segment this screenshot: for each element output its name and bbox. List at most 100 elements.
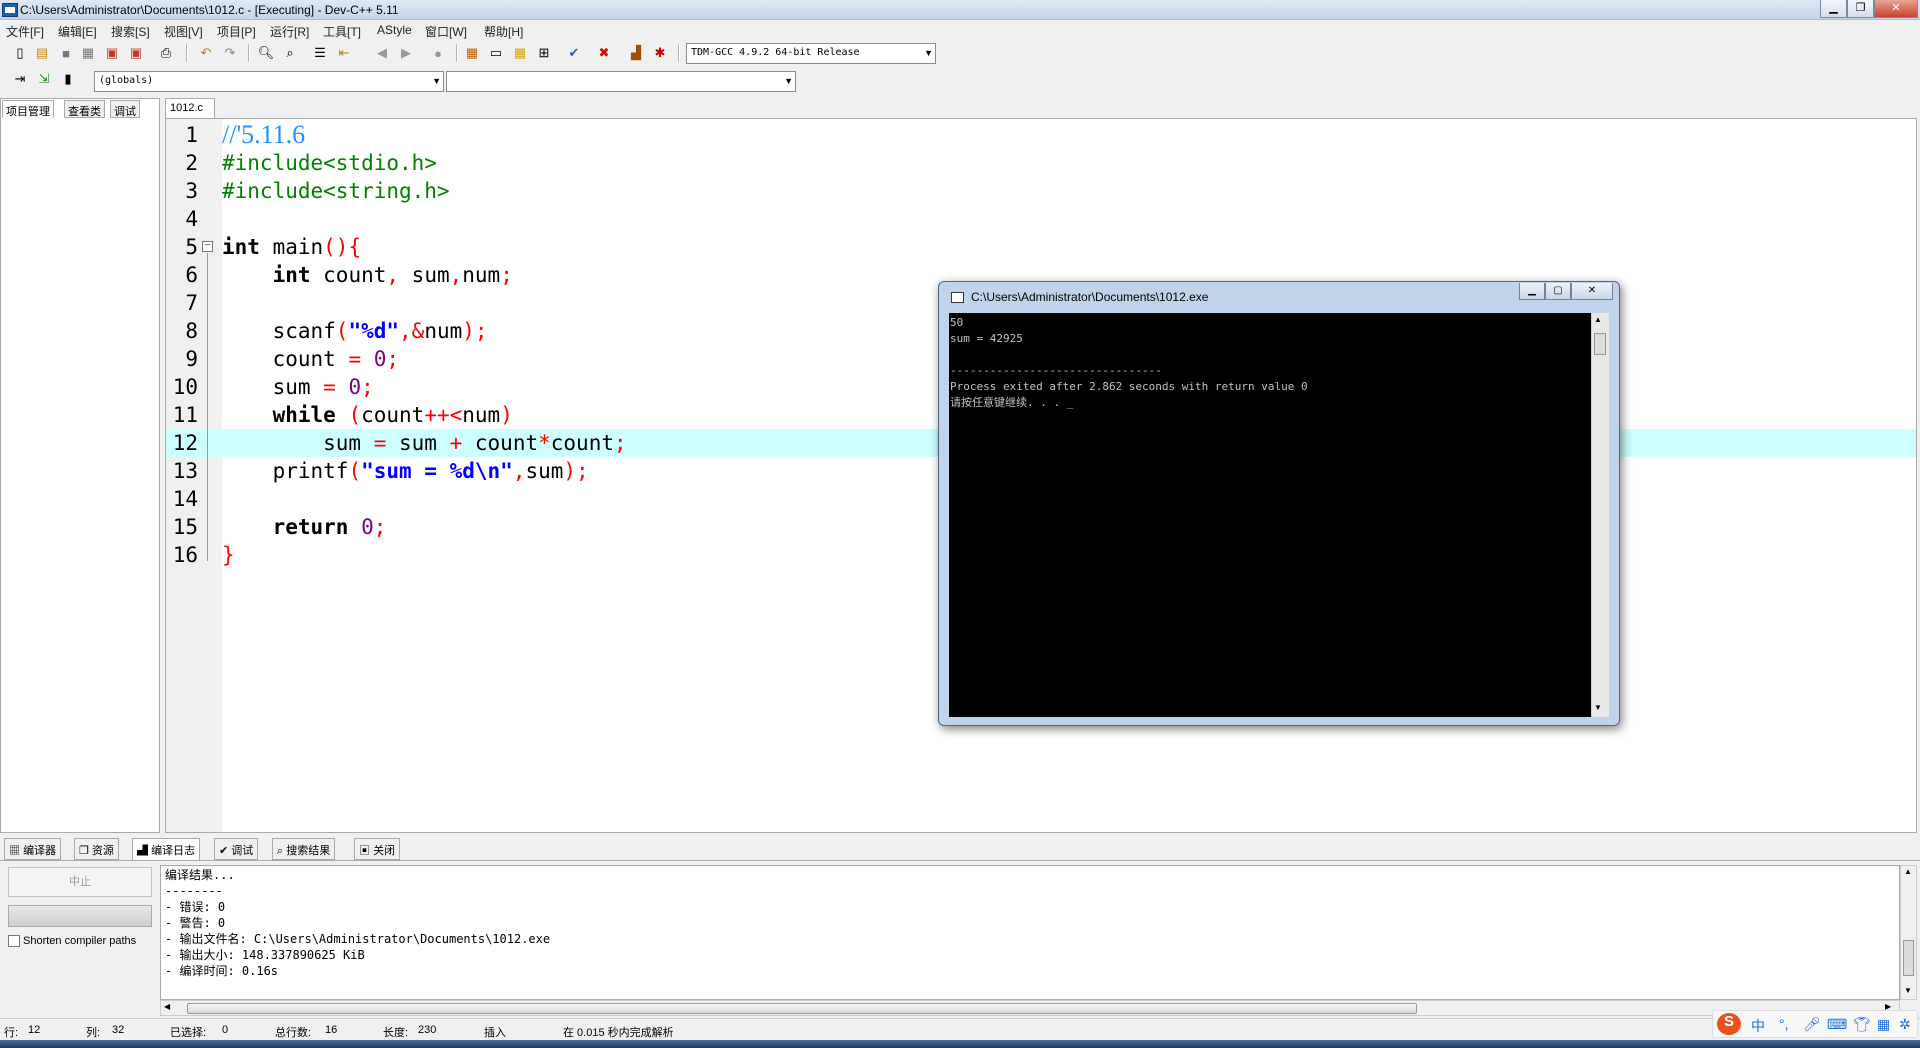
- log-vertical-scrollbar[interactable]: ▲ ▼: [1900, 865, 1917, 1000]
- tab-debug[interactable]: 调试: [110, 100, 140, 118]
- fold-guide: [207, 253, 208, 561]
- indent-icon[interactable]: ☰: [310, 44, 330, 62]
- scroll-down-icon[interactable]: ▼: [1594, 703, 1602, 712]
- ime-language[interactable]: 中: [1751, 1016, 1765, 1036]
- sogou-logo-icon[interactable]: S: [1717, 1013, 1741, 1035]
- syntax-check-icon[interactable]: ✔: [564, 44, 584, 62]
- settings-icon[interactable]: ✲: [1899, 1016, 1911, 1033]
- tab-compile-log[interactable]: ▟ 编译日志: [132, 838, 201, 860]
- abort-button[interactable]: 中止: [8, 867, 152, 897]
- menu-astyle[interactable]: AStyle: [377, 23, 412, 37]
- tab-resources[interactable]: ❐ 资源: [74, 838, 119, 860]
- console-app-icon: [951, 292, 964, 303]
- editor-file-tab[interactable]: 1012.c: [165, 98, 215, 118]
- tab-class-browser[interactable]: 查看类: [64, 100, 105, 118]
- rebuild-icon[interactable]: ⊞: [534, 44, 554, 62]
- shorten-paths-option[interactable]: Shorten compiler paths: [8, 935, 136, 948]
- console-scrollbar[interactable]: ▲ ▼: [1591, 313, 1609, 717]
- profile-chart-icon[interactable]: ▟: [626, 44, 646, 62]
- code-line[interactable]: 2 #include<stdio.h>: [166, 149, 1916, 177]
- run-icon[interactable]: ▭: [486, 44, 506, 62]
- code-token: }: [222, 543, 235, 567]
- menu-run[interactable]: 运行[R]: [270, 23, 309, 40]
- menu-help[interactable]: 帮助[H]: [484, 23, 523, 40]
- replace-icon[interactable]: ⌕: [280, 44, 300, 62]
- keyboard-icon[interactable]: ⌨: [1827, 1016, 1847, 1033]
- scroll-thumb[interactable]: [1594, 333, 1606, 355]
- console-minimize-button[interactable]: ▁: [1519, 283, 1545, 300]
- insert-icon[interactable]: ⇥: [10, 70, 30, 88]
- find-icon[interactable]: 🔍︎: [256, 44, 276, 62]
- goto-bookmark-icon[interactable]: ▮: [58, 70, 78, 88]
- goto-forward-icon[interactable]: ▶: [396, 44, 416, 62]
- console-output[interactable]: 50 sum = 42925 -------------------------…: [949, 313, 1591, 717]
- code-token: num: [424, 319, 463, 343]
- chevron-down-icon: ▼: [432, 76, 441, 86]
- toolbox-icon[interactable]: ▦: [1877, 1016, 1890, 1033]
- stop-execution-icon[interactable]: ✖: [594, 44, 614, 62]
- scope-select-value: (globals): [99, 75, 154, 86]
- fold-toggle-icon[interactable]: −: [202, 241, 213, 252]
- scroll-up-icon[interactable]: ▲: [1594, 315, 1602, 324]
- scroll-thumb[interactable]: [187, 1003, 1417, 1014]
- title-bar: C:\Users\Administrator\Documents\1012.c …: [0, 0, 1920, 20]
- scroll-thumb[interactable]: [1903, 940, 1914, 976]
- code-token: while: [272, 403, 336, 427]
- windows-taskbar[interactable]: [0, 1040, 1920, 1048]
- scroll-down-icon[interactable]: ▼: [1904, 986, 1912, 995]
- bookmark-icon[interactable]: ●: [428, 44, 448, 62]
- tab-compiler[interactable]: ▦ 编译器: [4, 838, 62, 860]
- scroll-up-icon[interactable]: ▲: [1904, 867, 1912, 876]
- microphone-icon[interactable]: 🎤︎: [1803, 1016, 1821, 1033]
- print-icon[interactable]: ⎙: [156, 44, 176, 62]
- code-text: int main(){: [222, 233, 361, 261]
- menu-search[interactable]: 搜索[S]: [111, 23, 150, 40]
- tab-close[interactable]: ▣ 关闭: [354, 838, 401, 860]
- console-close-button[interactable]: ✕: [1571, 283, 1613, 300]
- code-line[interactable]: 5 int main(){: [166, 233, 1916, 261]
- code-token: main: [259, 235, 324, 259]
- menu-window[interactable]: 窗口[W]: [425, 23, 467, 40]
- minimize-button[interactable]: ▁: [1820, 0, 1847, 18]
- menu-view[interactable]: 视图[V]: [164, 23, 203, 40]
- close-file-icon[interactable]: ▣: [102, 44, 122, 62]
- console-maximize-button[interactable]: ▢: [1545, 283, 1571, 300]
- menu-file[interactable]: 文件[F]: [6, 23, 44, 40]
- goto-back-icon[interactable]: ◀: [372, 44, 392, 62]
- shorten-paths-checkbox[interactable]: [8, 935, 20, 948]
- tab-search-results[interactable]: ⌕ 搜索结果: [272, 838, 336, 860]
- tab-debug-output[interactable]: ✔ 调试: [214, 838, 259, 860]
- save-all-icon[interactable]: ▦: [78, 44, 98, 62]
- open-file-icon[interactable]: ▤: [32, 44, 52, 62]
- redo-icon[interactable]: ↷: [220, 44, 240, 62]
- close-all-icon[interactable]: ▣: [126, 44, 146, 62]
- compile-log-text[interactable]: 编译结果... -------- - 错误: 0 - 警告: 0 - 输出文件名…: [160, 865, 1900, 1000]
- maximize-button[interactable]: ❐: [1847, 0, 1874, 18]
- compile-run-icon[interactable]: ▦: [510, 44, 530, 62]
- scroll-left-icon[interactable]: ◀: [164, 1002, 170, 1011]
- log-horizontal-scrollbar[interactable]: ◀ ▶: [160, 1000, 1900, 1016]
- project-panel[interactable]: [0, 98, 160, 833]
- toggle-bookmark-icon[interactable]: ⇲: [34, 70, 54, 88]
- scope-select[interactable]: (globals) ▼: [94, 71, 444, 92]
- console-window[interactable]: C:\Users\Administrator\Documents\1012.ex…: [938, 281, 1620, 726]
- tab-project-manager[interactable]: 项目管理: [2, 100, 54, 118]
- compile-icon[interactable]: ▦: [462, 44, 482, 62]
- code-line[interactable]: 4: [166, 205, 1916, 233]
- member-select[interactable]: ▼: [446, 71, 796, 92]
- close-window-button[interactable]: ✕: [1874, 0, 1918, 18]
- code-line[interactable]: 1 //'5.11.6: [166, 121, 1916, 149]
- unindent-icon[interactable]: ⇤: [334, 44, 354, 62]
- undo-icon[interactable]: ↶: [196, 44, 216, 62]
- code-line[interactable]: 3 #include<string.h>: [166, 177, 1916, 205]
- new-file-icon[interactable]: ▯: [10, 44, 30, 62]
- compiler-select[interactable]: TDM-GCC 4.9.2 64-bit Release ▼: [686, 43, 936, 64]
- debug-icon[interactable]: ✱: [650, 44, 670, 62]
- menu-edit[interactable]: 编辑[E]: [58, 23, 97, 40]
- punctuation-icon[interactable]: °,: [1779, 1016, 1789, 1032]
- skin-icon[interactable]: 👕︎: [1853, 1016, 1871, 1033]
- menu-tools[interactable]: 工具[T]: [323, 23, 361, 40]
- menu-project[interactable]: 项目[P]: [217, 23, 256, 40]
- save-icon[interactable]: ■: [56, 44, 76, 62]
